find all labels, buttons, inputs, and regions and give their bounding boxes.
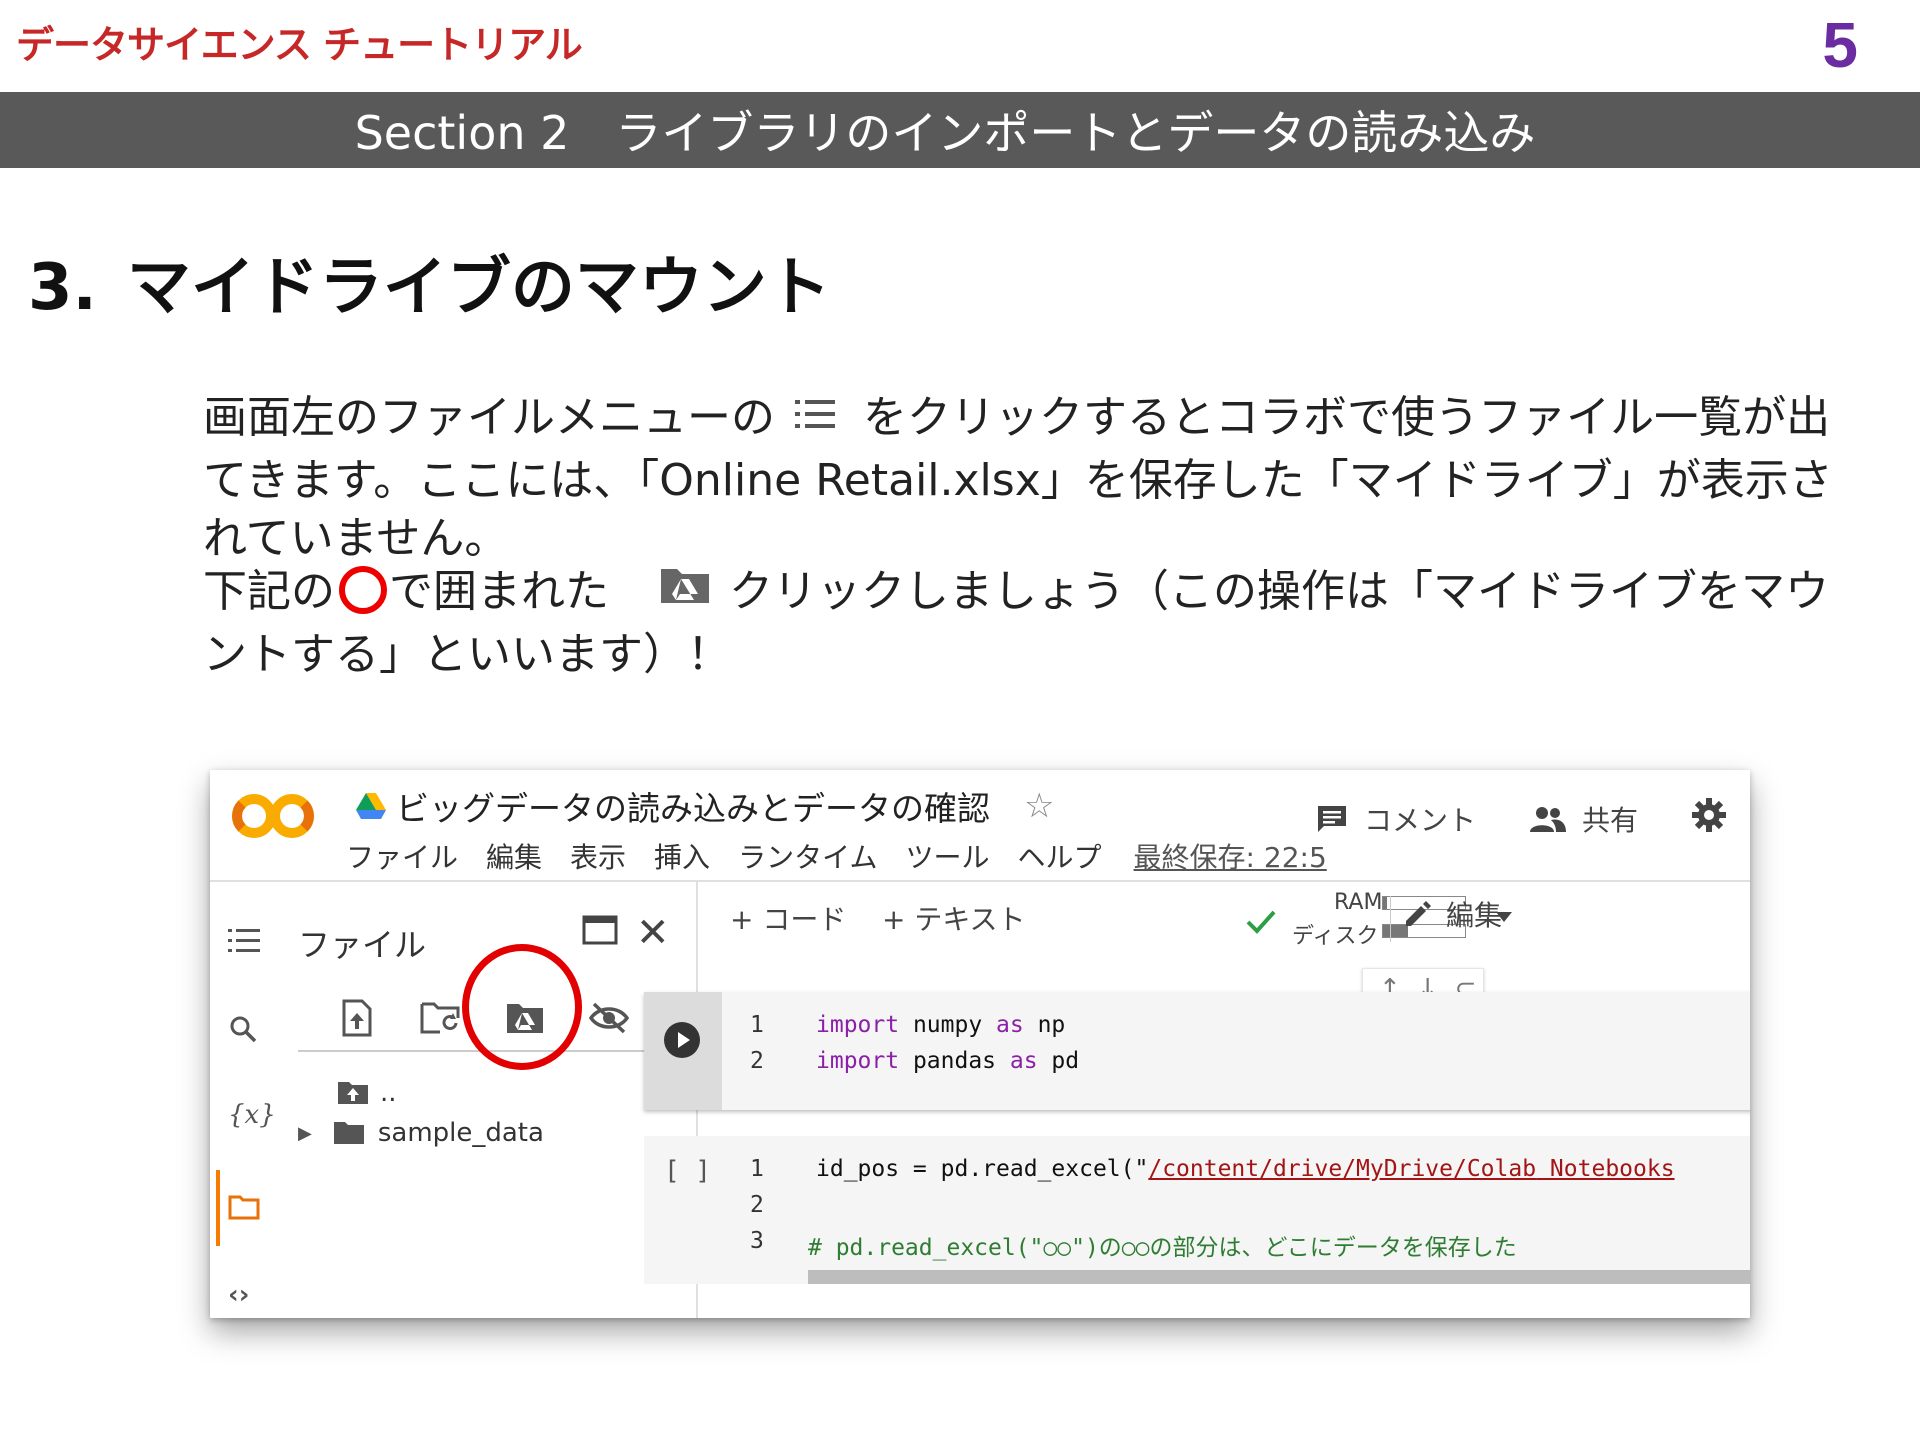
- top-actions: コメント 共有: [1316, 798, 1750, 839]
- code-line: import pandas as pd: [816, 1048, 1079, 1074]
- active-indicator: [216, 1170, 220, 1246]
- menu-tools[interactable]: ツール: [906, 836, 990, 876]
- disk-label: ディスク: [1292, 924, 1379, 949]
- add-code-button[interactable]: + コード: [730, 898, 846, 938]
- comment-icon: [1317, 805, 1346, 832]
- code-line: id_pos = pd.read_excel("/content/drive/M…: [816, 1156, 1675, 1182]
- parent-dir-row[interactable]: ..: [336, 1078, 397, 1108]
- folder-rail-icon[interactable]: [228, 1194, 260, 1224]
- section-bar: Section 2 ライブラリのインポートとデータの読み込み: [0, 92, 1920, 168]
- variables-icon[interactable]: {x}: [228, 1100, 276, 1130]
- folder-row-sample-data[interactable]: ▶ sample_data: [298, 1118, 544, 1148]
- horizontal-scrollbar[interactable]: [808, 1270, 1750, 1284]
- settings-gear-icon[interactable]: [1692, 798, 1726, 839]
- close-icon[interactable]: ✕: [636, 910, 670, 956]
- instruction-paragraph-1: 画面左のファイルメニューの をクリックするとコラボで使うファイル一覧が出てきます。…: [203, 388, 1843, 568]
- line-number: 3: [750, 1228, 764, 1254]
- highlight-circle: [462, 944, 582, 1070]
- toc-icon[interactable]: [228, 928, 260, 958]
- page-heading: 3. マイドライブのマウント: [28, 236, 831, 328]
- ram-label: RAM: [1334, 890, 1383, 915]
- parent-dir-label: ..: [380, 1078, 397, 1108]
- alias: pd: [1037, 1048, 1080, 1074]
- string-path: /content/drive/MyDrive/Colab: [1148, 1156, 1537, 1182]
- share-button[interactable]: 共有: [1529, 799, 1638, 839]
- run-cell-icon[interactable]: [664, 1022, 700, 1058]
- instruction-paragraph-2: 下記の で囲まれた クリックしましょう（この操作は「マイドライブをマウントする」とい…: [203, 562, 1843, 684]
- expand-arrow-icon[interactable]: ▶: [298, 1123, 312, 1144]
- cell-run-bracket[interactable]: [ ]: [664, 1156, 711, 1186]
- keyword: as: [1009, 1048, 1038, 1074]
- brand-title: データサイエンス チュートリアル: [16, 23, 583, 67]
- line-number: 2: [750, 1048, 764, 1074]
- keyword: import: [816, 1012, 900, 1038]
- folder-icon: [333, 1122, 364, 1144]
- mount-drive-icon: [659, 562, 711, 620]
- file-menu-icon: [795, 388, 835, 446]
- line-number: 1: [750, 1012, 764, 1038]
- hide-files-icon[interactable]: [574, 988, 644, 1048]
- drive-logo-icon: [356, 793, 386, 819]
- toolbar-separator: [1390, 896, 1391, 942]
- comment-label: コメント: [1363, 803, 1476, 837]
- ram-bar-fill: [1383, 897, 1388, 909]
- heading-text: マイドライブのマウント: [126, 251, 831, 325]
- upload-file-icon[interactable]: [322, 988, 392, 1048]
- para1-text-a: 画面左のファイルメニューの: [203, 392, 775, 443]
- search-icon[interactable]: [228, 1014, 258, 1048]
- colab-screenshot: ビッグデータの読み込みとデータの確認 ☆ ファイル 編集 表示 挿入 ランタイム…: [210, 770, 1750, 1318]
- cell-gutter: [644, 992, 722, 1110]
- last-saved-link[interactable]: 最終保存: 22:5: [1134, 836, 1327, 876]
- line-number: 2: [750, 1192, 764, 1218]
- string-path-tail: Notebooks: [1536, 1156, 1675, 1182]
- code-cell-2[interactable]: [ ] 1 2 3 id_pos = pd.read_excel("/conte…: [644, 1136, 1750, 1284]
- module-name: numpy: [899, 1012, 997, 1038]
- menu-edit[interactable]: 編集: [486, 836, 542, 876]
- line-number: 1: [750, 1156, 764, 1182]
- menu-insert[interactable]: 挿入: [654, 836, 710, 876]
- red-circle-icon: [339, 566, 387, 614]
- share-label: 共有: [1581, 803, 1638, 837]
- keyword: as: [996, 1012, 1024, 1038]
- section-title: Section 2 ライブラリのインポートとデータの読み込み: [354, 106, 1536, 160]
- comment-button[interactable]: コメント: [1316, 799, 1476, 839]
- menu-view[interactable]: 表示: [570, 836, 626, 876]
- people-icon: [1529, 806, 1566, 832]
- edit-label: 編集: [1446, 899, 1503, 932]
- heading-number: 3.: [28, 251, 97, 325]
- page-number: 5: [1822, 9, 1858, 81]
- code-line: import numpy as np: [816, 1012, 1065, 1038]
- keyword: import: [816, 1048, 900, 1074]
- code-comment: # pd.read_excel("○○")の○○の部分は、どこにデータを保存した: [808, 1235, 1517, 1261]
- para2-text-a: 下記の: [203, 566, 335, 617]
- colab-logo-icon: [232, 788, 314, 848]
- menu-bar: ファイル 編集 表示 挿入 ランタイム ツール ヘルプ 最終保存: 22:5: [346, 836, 1355, 876]
- menu-help[interactable]: ヘルプ: [1018, 836, 1102, 876]
- check-icon: [1246, 910, 1276, 934]
- menu-runtime[interactable]: ランタイム: [738, 836, 877, 876]
- edit-button[interactable]: 編集: [1402, 894, 1502, 934]
- notebook-title[interactable]: ビッグデータの読み込みとデータの確認 ☆: [356, 782, 1054, 830]
- folder-name: sample_data: [377, 1118, 544, 1148]
- open-window-icon[interactable]: [582, 915, 618, 949]
- header-divider: [210, 880, 1750, 882]
- menu-file[interactable]: ファイル: [346, 836, 458, 876]
- code-cell-1[interactable]: 1 import numpy as np 2 import pandas as …: [644, 992, 1750, 1110]
- code-prefix: id_pos = pd.read_excel(": [816, 1156, 1149, 1182]
- pencil-icon: [1406, 901, 1431, 926]
- folder-up-icon: [338, 1082, 368, 1104]
- notebook-title-text: ビッグデータの読み込みとデータの確認: [396, 789, 990, 828]
- para2-text-b: で囲まれた: [389, 566, 609, 617]
- add-text-button[interactable]: + テキスト: [882, 898, 1026, 938]
- star-icon[interactable]: ☆: [1024, 786, 1054, 826]
- files-panel-title: ファイル: [298, 926, 427, 964]
- code-snippets-icon[interactable]: ‹›: [228, 1280, 249, 1310]
- alias: np: [1023, 1012, 1066, 1038]
- module-name: pandas: [899, 1048, 1010, 1074]
